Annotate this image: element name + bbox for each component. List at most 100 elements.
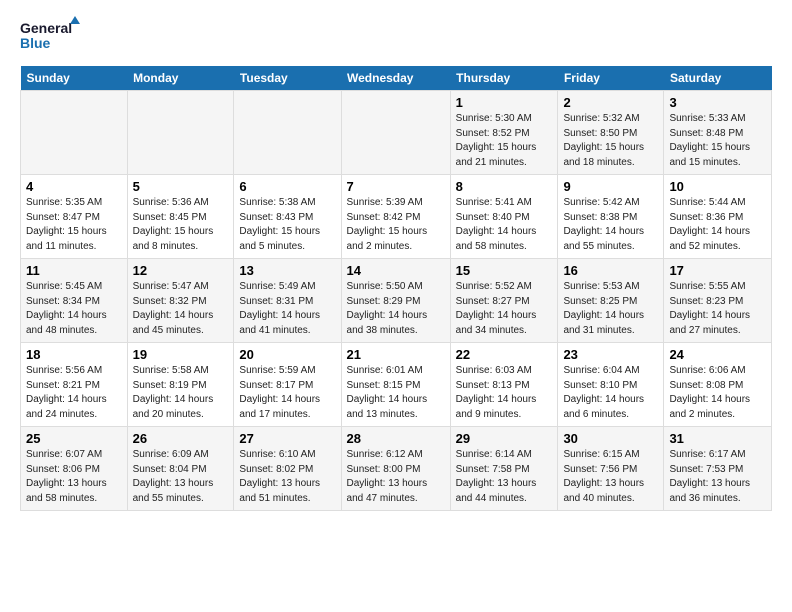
day-info: Sunrise: 5:41 AM Sunset: 8:40 PM Dayligh… [456,196,553,254]
day-info: Sunrise: 5:45 AM Sunset: 8:34 PM Dayligh… [26,280,122,338]
day-number: 7 [347,179,445,194]
calendar-cell: 5 Sunrise: 5:36 AM Sunset: 8:45 PM Daylig… [127,175,234,259]
day-info: Sunrise: 5:42 AM Sunset: 8:38 PM Dayligh… [563,196,658,254]
day-number: 5 [133,179,229,194]
day-info: Sunrise: 5:35 AM Sunset: 8:47 PM Dayligh… [26,196,122,254]
calendar-week-row: 1 Sunrise: 5:30 AM Sunset: 8:52 PM Daylig… [21,91,772,175]
calendar-cell: 12Sunrise: 5:47 AM Sunset: 8:32 PM Dayli… [127,259,234,343]
calendar-cell: 16Sunrise: 5:53 AM Sunset: 8:25 PM Dayli… [558,259,664,343]
day-number: 10 [669,179,766,194]
day-info: Sunrise: 5:50 AM Sunset: 8:29 PM Dayligh… [347,280,445,338]
day-info: Sunrise: 5:32 AM Sunset: 8:50 PM Dayligh… [563,112,658,170]
day-info: Sunrise: 5:36 AM Sunset: 8:45 PM Dayligh… [133,196,229,254]
svg-text:General: General [20,20,72,36]
day-info: Sunrise: 6:03 AM Sunset: 8:13 PM Dayligh… [456,364,553,422]
day-number: 8 [456,179,553,194]
calendar-cell: 3 Sunrise: 5:33 AM Sunset: 8:48 PM Daylig… [664,91,772,175]
day-header-saturday: Saturday [664,66,772,91]
day-number: 14 [347,263,445,278]
day-number: 30 [563,431,658,446]
day-info: Sunrise: 6:15 AM Sunset: 7:56 PM Dayligh… [563,448,658,506]
calendar-cell: 4 Sunrise: 5:35 AM Sunset: 8:47 PM Daylig… [21,175,128,259]
header: GeneralBlue [20,16,772,56]
day-number: 19 [133,347,229,362]
calendar-cell: 20 Sunrise: 5:59 AM Sunset: 8:17 PM Dayli… [234,343,341,427]
calendar-cell: 11Sunrise: 5:45 AM Sunset: 8:34 PM Dayli… [21,259,128,343]
calendar-cell: 21Sunrise: 6:01 AM Sunset: 8:15 PM Dayli… [341,343,450,427]
calendar-week-row: 25 Sunrise: 6:07 AM Sunset: 8:06 PM Dayli… [21,427,772,511]
day-info: Sunrise: 6:10 AM Sunset: 8:02 PM Dayligh… [239,448,335,506]
day-info: Sunrise: 5:44 AM Sunset: 8:36 PM Dayligh… [669,196,766,254]
calendar-cell: 8 Sunrise: 5:41 AM Sunset: 8:40 PM Daylig… [450,175,558,259]
day-info: Sunrise: 5:39 AM Sunset: 8:42 PM Dayligh… [347,196,445,254]
calendar-cell: 22 Sunrise: 6:03 AM Sunset: 8:13 PM Dayli… [450,343,558,427]
day-info: Sunrise: 5:56 AM Sunset: 8:21 PM Dayligh… [26,364,122,422]
day-number: 26 [133,431,229,446]
logo: GeneralBlue [20,16,80,56]
calendar-cell: 13Sunrise: 5:49 AM Sunset: 8:31 PM Dayli… [234,259,341,343]
day-number: 1 [456,95,553,110]
calendar-cell: 19 Sunrise: 5:58 AM Sunset: 8:19 PM Dayli… [127,343,234,427]
calendar-cell: 17Sunrise: 5:55 AM Sunset: 8:23 PM Dayli… [664,259,772,343]
day-header-thursday: Thursday [450,66,558,91]
day-info: Sunrise: 5:38 AM Sunset: 8:43 PM Dayligh… [239,196,335,254]
calendar-cell: 1 Sunrise: 5:30 AM Sunset: 8:52 PM Daylig… [450,91,558,175]
day-info: Sunrise: 5:30 AM Sunset: 8:52 PM Dayligh… [456,112,553,170]
day-number: 25 [26,431,122,446]
calendar-cell: 7 Sunrise: 5:39 AM Sunset: 8:42 PM Daylig… [341,175,450,259]
day-header-friday: Friday [558,66,664,91]
calendar-week-row: 18 Sunrise: 5:56 AM Sunset: 8:21 PM Dayli… [21,343,772,427]
calendar-cell [341,91,450,175]
day-number: 29 [456,431,553,446]
day-info: Sunrise: 5:59 AM Sunset: 8:17 PM Dayligh… [239,364,335,422]
calendar-cell [234,91,341,175]
calendar-cell: 28Sunrise: 6:12 AM Sunset: 8:00 PM Dayli… [341,427,450,511]
calendar-week-row: 11Sunrise: 5:45 AM Sunset: 8:34 PM Dayli… [21,259,772,343]
day-number: 24 [669,347,766,362]
calendar-cell: 25 Sunrise: 6:07 AM Sunset: 8:06 PM Dayli… [21,427,128,511]
day-number: 3 [669,95,766,110]
calendar-cell: 29 Sunrise: 6:14 AM Sunset: 7:58 PM Dayli… [450,427,558,511]
day-number: 22 [456,347,553,362]
day-info: Sunrise: 6:17 AM Sunset: 7:53 PM Dayligh… [669,448,766,506]
calendar-cell [127,91,234,175]
day-info: Sunrise: 6:06 AM Sunset: 8:08 PM Dayligh… [669,364,766,422]
calendar-cell: 18 Sunrise: 5:56 AM Sunset: 8:21 PM Dayli… [21,343,128,427]
calendar-cell: 14 Sunrise: 5:50 AM Sunset: 8:29 PM Dayli… [341,259,450,343]
calendar-cell: 6Sunrise: 5:38 AM Sunset: 8:43 PM Daylig… [234,175,341,259]
day-number: 31 [669,431,766,446]
calendar-table: SundayMondayTuesdayWednesdayThursdayFrid… [20,66,772,511]
day-info: Sunrise: 6:14 AM Sunset: 7:58 PM Dayligh… [456,448,553,506]
day-number: 23 [563,347,658,362]
day-number: 15 [456,263,553,278]
logo-svg: GeneralBlue [20,16,80,56]
day-number: 17 [669,263,766,278]
calendar-cell [21,91,128,175]
day-info: Sunrise: 6:07 AM Sunset: 8:06 PM Dayligh… [26,448,122,506]
day-number: 27 [239,431,335,446]
day-number: 20 [239,347,335,362]
day-number: 4 [26,179,122,194]
day-info: Sunrise: 5:33 AM Sunset: 8:48 PM Dayligh… [669,112,766,170]
day-header-tuesday: Tuesday [234,66,341,91]
calendar-cell: 23 Sunrise: 6:04 AM Sunset: 8:10 PM Dayli… [558,343,664,427]
day-info: Sunrise: 5:49 AM Sunset: 8:31 PM Dayligh… [239,280,335,338]
day-header-wednesday: Wednesday [341,66,450,91]
day-info: Sunrise: 6:12 AM Sunset: 8:00 PM Dayligh… [347,448,445,506]
calendar-cell: 30 Sunrise: 6:15 AM Sunset: 7:56 PM Dayli… [558,427,664,511]
day-info: Sunrise: 5:58 AM Sunset: 8:19 PM Dayligh… [133,364,229,422]
day-header-monday: Monday [127,66,234,91]
day-info: Sunrise: 6:04 AM Sunset: 8:10 PM Dayligh… [563,364,658,422]
calendar-cell: 2Sunrise: 5:32 AM Sunset: 8:50 PM Daylig… [558,91,664,175]
day-number: 18 [26,347,122,362]
calendar-cell: 27 Sunrise: 6:10 AM Sunset: 8:02 PM Dayli… [234,427,341,511]
calendar-header-row: SundayMondayTuesdayWednesdayThursdayFrid… [21,66,772,91]
calendar-cell: 31 Sunrise: 6:17 AM Sunset: 7:53 PM Dayli… [664,427,772,511]
day-info: Sunrise: 5:53 AM Sunset: 8:25 PM Dayligh… [563,280,658,338]
calendar-week-row: 4 Sunrise: 5:35 AM Sunset: 8:47 PM Daylig… [21,175,772,259]
day-header-sunday: Sunday [21,66,128,91]
day-number: 9 [563,179,658,194]
day-info: Sunrise: 6:09 AM Sunset: 8:04 PM Dayligh… [133,448,229,506]
calendar-cell: 10 Sunrise: 5:44 AM Sunset: 8:36 PM Dayli… [664,175,772,259]
calendar-cell: 24 Sunrise: 6:06 AM Sunset: 8:08 PM Dayli… [664,343,772,427]
